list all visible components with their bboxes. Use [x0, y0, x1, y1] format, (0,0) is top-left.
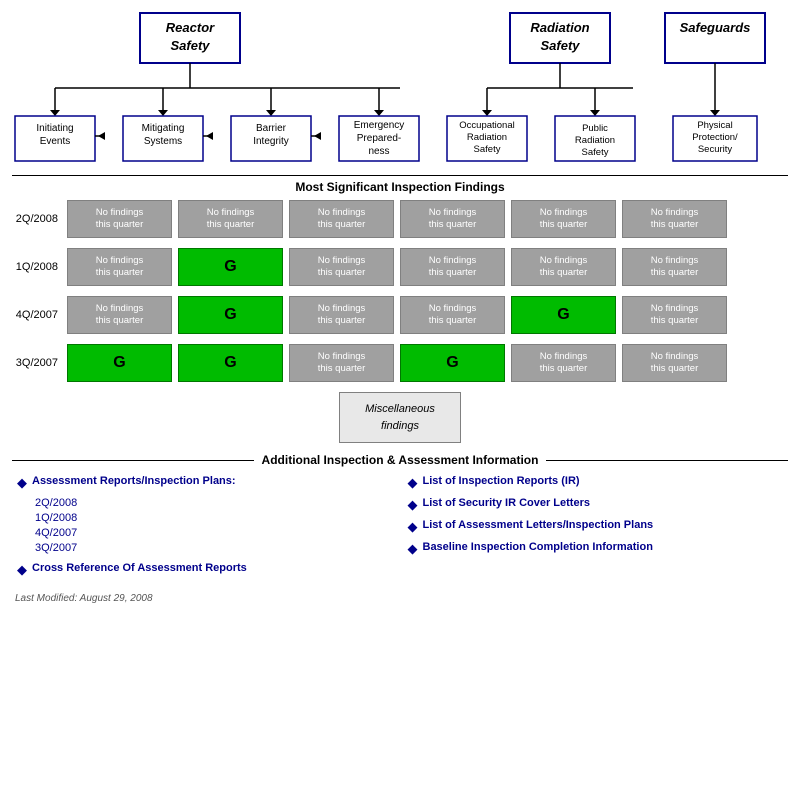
additional-title: Additional Inspection & Assessment Infor…: [262, 453, 539, 467]
finding-cell: No findingsthis quarter: [511, 248, 616, 286]
findings-row-2q2008: 2Q/2008 No findingsthis quarter No findi…: [12, 200, 788, 238]
svg-text:Occupational: Occupational: [459, 120, 514, 131]
structure-diagram: Reactor Safety Radiation Safety Safeguar…: [10, 8, 790, 168]
divider-top: [12, 175, 788, 176]
svg-text:Emergency: Emergency: [354, 120, 405, 131]
svg-text:Physical: Physical: [697, 120, 732, 131]
left-column: ◆ Assessment Reports/Inspection Plans: 2…: [17, 475, 393, 578]
ir-link[interactable]: List of Inspection Reports (IR): [423, 475, 580, 487]
finding-cell: No findingsthis quarter: [400, 248, 505, 286]
svg-text:Mitigating: Mitigating: [142, 123, 185, 134]
finding-cell: No findingsthis quarter: [400, 296, 505, 334]
finding-cell: No findingsthis quarter: [400, 200, 505, 238]
svg-text:Initiating: Initiating: [36, 123, 73, 134]
finding-cell: No findingsthis quarter: [67, 200, 172, 238]
svg-text:Radiation: Radiation: [467, 132, 507, 143]
svg-text:Safety: Safety: [474, 144, 501, 155]
svg-text:Safety: Safety: [582, 147, 609, 158]
assessment-letters-link[interactable]: List of Assessment Letters/Inspection Pl…: [423, 519, 654, 531]
diamond-icon-3: ◆: [408, 475, 418, 491]
diamond-icon-4: ◆: [408, 497, 418, 513]
findings-row-1q2008: 1Q/2008 No findingsthis quarter G No fin…: [12, 248, 788, 286]
ir-link-row: ◆ List of Inspection Reports (IR): [408, 475, 784, 491]
svg-text:Public: Public: [582, 123, 608, 134]
additional-content: ◆ Assessment Reports/Inspection Plans: 2…: [12, 475, 788, 578]
cross-ref-row: ◆ Cross Reference Of Assessment Reports: [17, 562, 393, 578]
quarter-label: 3Q/2007: [12, 357, 64, 369]
finding-cell-green: G: [400, 344, 505, 382]
baseline-link-row: ◆ Baseline Inspection Completion Informa…: [408, 541, 784, 557]
svg-text:Reactor: Reactor: [166, 20, 215, 35]
svg-text:Safety: Safety: [540, 38, 580, 53]
divider-right: [546, 460, 788, 461]
svg-text:Events: Events: [40, 136, 71, 147]
findings-grid: 2Q/2008 No findingsthis quarter No findi…: [12, 200, 788, 382]
assessment-header-row: ◆ Assessment Reports/Inspection Plans:: [17, 475, 393, 491]
right-column: ◆ List of Inspection Reports (IR) ◆ List…: [408, 475, 784, 578]
footer: Last Modified: August 29, 2008: [0, 578, 800, 614]
findings-section: Most Significant Inspection Findings 2Q/…: [0, 175, 800, 578]
misc-box: Miscellaneous findings: [339, 392, 461, 443]
diamond-icon-5: ◆: [408, 519, 418, 535]
findings-row-3q2007: 3Q/2007 G G No findingsthis quarter G No…: [12, 344, 788, 382]
finding-cell-green: G: [178, 296, 283, 334]
finding-cell: No findingsthis quarter: [289, 200, 394, 238]
diamond-icon: ◆: [17, 475, 27, 491]
link-4q2007[interactable]: 4Q/2007: [35, 527, 393, 539]
assessment-header: Assessment Reports/Inspection Plans:: [32, 475, 236, 487]
finding-cell: No findingsthis quarter: [511, 344, 616, 382]
misc-row: Miscellaneous findings: [12, 392, 788, 443]
finding-cell: No findingsthis quarter: [622, 296, 727, 334]
finding-cell: No findingsthis quarter: [622, 248, 727, 286]
diagram-area: Reactor Safety Radiation Safety Safeguar…: [0, 0, 800, 171]
divider-left: [12, 460, 254, 461]
svg-text:Systems: Systems: [144, 136, 182, 147]
finding-cell-green: G: [511, 296, 616, 334]
finding-cell: No findingsthis quarter: [289, 296, 394, 334]
cross-ref-link[interactable]: Cross Reference Of Assessment Reports: [32, 562, 247, 574]
baseline-link[interactable]: Baseline Inspection Completion Informati…: [423, 541, 653, 553]
svg-text:Security: Security: [698, 144, 733, 155]
finding-cell-green: G: [178, 248, 283, 286]
finding-cell: No findingsthis quarter: [289, 344, 394, 382]
svg-text:Protection/: Protection/: [692, 132, 738, 143]
diamond-icon-6: ◆: [408, 541, 418, 557]
svg-text:Safety: Safety: [170, 38, 210, 53]
link-1q2008[interactable]: 1Q/2008: [35, 512, 393, 524]
finding-cell-green: G: [178, 344, 283, 382]
svg-text:Safeguards: Safeguards: [680, 20, 751, 35]
finding-cell: No findingsthis quarter: [67, 296, 172, 334]
quarter-label: 2Q/2008: [12, 213, 64, 225]
link-2q2008[interactable]: 2Q/2008: [35, 497, 393, 509]
quarter-label: 1Q/2008: [12, 261, 64, 273]
finding-cell: No findingsthis quarter: [67, 248, 172, 286]
misc-line1: Miscellaneous: [365, 403, 435, 415]
diamond-icon-2: ◆: [17, 562, 27, 578]
findings-title: Most Significant Inspection Findings: [12, 180, 788, 194]
finding-cell: No findingsthis quarter: [511, 200, 616, 238]
finding-cell: No findingsthis quarter: [289, 248, 394, 286]
finding-cell: No findingsthis quarter: [178, 200, 283, 238]
additional-title-row: Additional Inspection & Assessment Infor…: [12, 453, 788, 467]
link-3q2007[interactable]: 3Q/2007: [35, 542, 393, 554]
findings-row-4q2007: 4Q/2007 No findingsthis quarter G No fin…: [12, 296, 788, 334]
assessment-letters-row: ◆ List of Assessment Letters/Inspection …: [408, 519, 784, 535]
svg-text:Radiation: Radiation: [530, 20, 589, 35]
svg-text:Prepared-: Prepared-: [357, 133, 401, 144]
finding-cell-green: G: [67, 344, 172, 382]
security-link-row: ◆ List of Security IR Cover Letters: [408, 497, 784, 513]
footer-text: Last Modified: August 29, 2008: [15, 593, 153, 604]
svg-text:Barrier: Barrier: [256, 123, 287, 134]
svg-text:ness: ness: [368, 146, 389, 157]
misc-line2: findings: [381, 420, 419, 432]
finding-cell: No findingsthis quarter: [622, 200, 727, 238]
svg-text:Radiation: Radiation: [575, 135, 615, 146]
quarter-label: 4Q/2007: [12, 309, 64, 321]
finding-cell: No findingsthis quarter: [622, 344, 727, 382]
svg-text:Integrity: Integrity: [253, 136, 289, 147]
security-link[interactable]: List of Security IR Cover Letters: [423, 497, 591, 509]
